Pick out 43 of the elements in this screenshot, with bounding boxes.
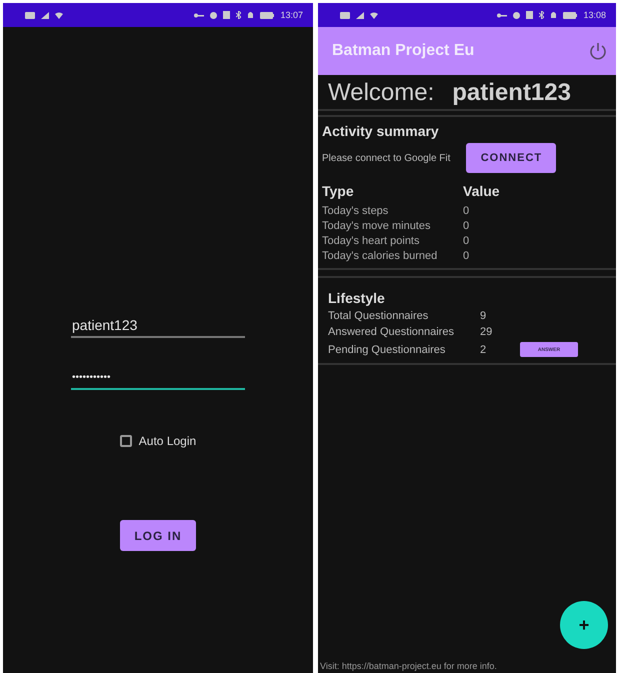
table-cell-text: 0	[463, 250, 470, 262]
connect-prompt: Please connect to Google Fit	[322, 152, 450, 164]
stat-value: 29	[480, 326, 494, 338]
section-title: Lifestyle	[327, 290, 386, 306]
table-cell-text: 0	[463, 220, 470, 232]
section-title: Activity summary	[322, 123, 440, 139]
add-button[interactable]: +	[560, 601, 608, 649]
table-cell-text: 0	[463, 205, 470, 217]
username-field[interactable]: patient123	[71, 317, 245, 338]
table-cell-text: Today's calories burned	[322, 250, 438, 262]
welcome-label: Welcome:	[328, 79, 434, 107]
login-button[interactable]: LOG IN	[120, 520, 196, 551]
stat-value: 9	[480, 310, 488, 322]
key-icon	[497, 12, 508, 18]
column-header: Type	[322, 183, 355, 199]
wifi-icon	[55, 12, 63, 18]
bluetooth-icon	[236, 11, 242, 19]
key-icon	[194, 12, 204, 18]
bluetooth-icon	[539, 11, 544, 19]
table-cell-text: Today's move minutes	[322, 220, 432, 232]
checkbox[interactable]	[120, 435, 132, 447]
clock-time: 13:08	[583, 10, 606, 20]
username: patient123	[452, 79, 571, 107]
password-field[interactable]: •••••••••••	[71, 372, 245, 390]
battery-icon	[563, 12, 578, 18]
signal-icon	[356, 12, 364, 18]
table-cell-text: Today's steps	[322, 205, 390, 217]
connect-button[interactable]: CONNECT	[466, 143, 556, 173]
table-cell-text: Today's heart points	[322, 235, 420, 247]
stat-value: 2	[480, 344, 488, 356]
stat-label: Answered Questionnaires	[328, 326, 455, 338]
column-header: Value	[463, 183, 501, 199]
battery-icon	[260, 12, 274, 18]
footer-text: Visit: https://batman-project.eu for more info.	[319, 661, 498, 673]
power-icon[interactable]	[588, 41, 608, 61]
app-title: Batman Project Eu	[332, 42, 474, 60]
signal-icon	[41, 12, 49, 18]
wifi-icon	[370, 12, 378, 18]
checkbox-label: Auto Login	[138, 434, 196, 448]
stat-label: Total Questionnaires	[328, 310, 430, 322]
table-cell-text: 0	[463, 235, 470, 247]
stat-label: Pending Questionnaires	[328, 344, 446, 356]
clock-time: 13:07	[280, 10, 303, 20]
